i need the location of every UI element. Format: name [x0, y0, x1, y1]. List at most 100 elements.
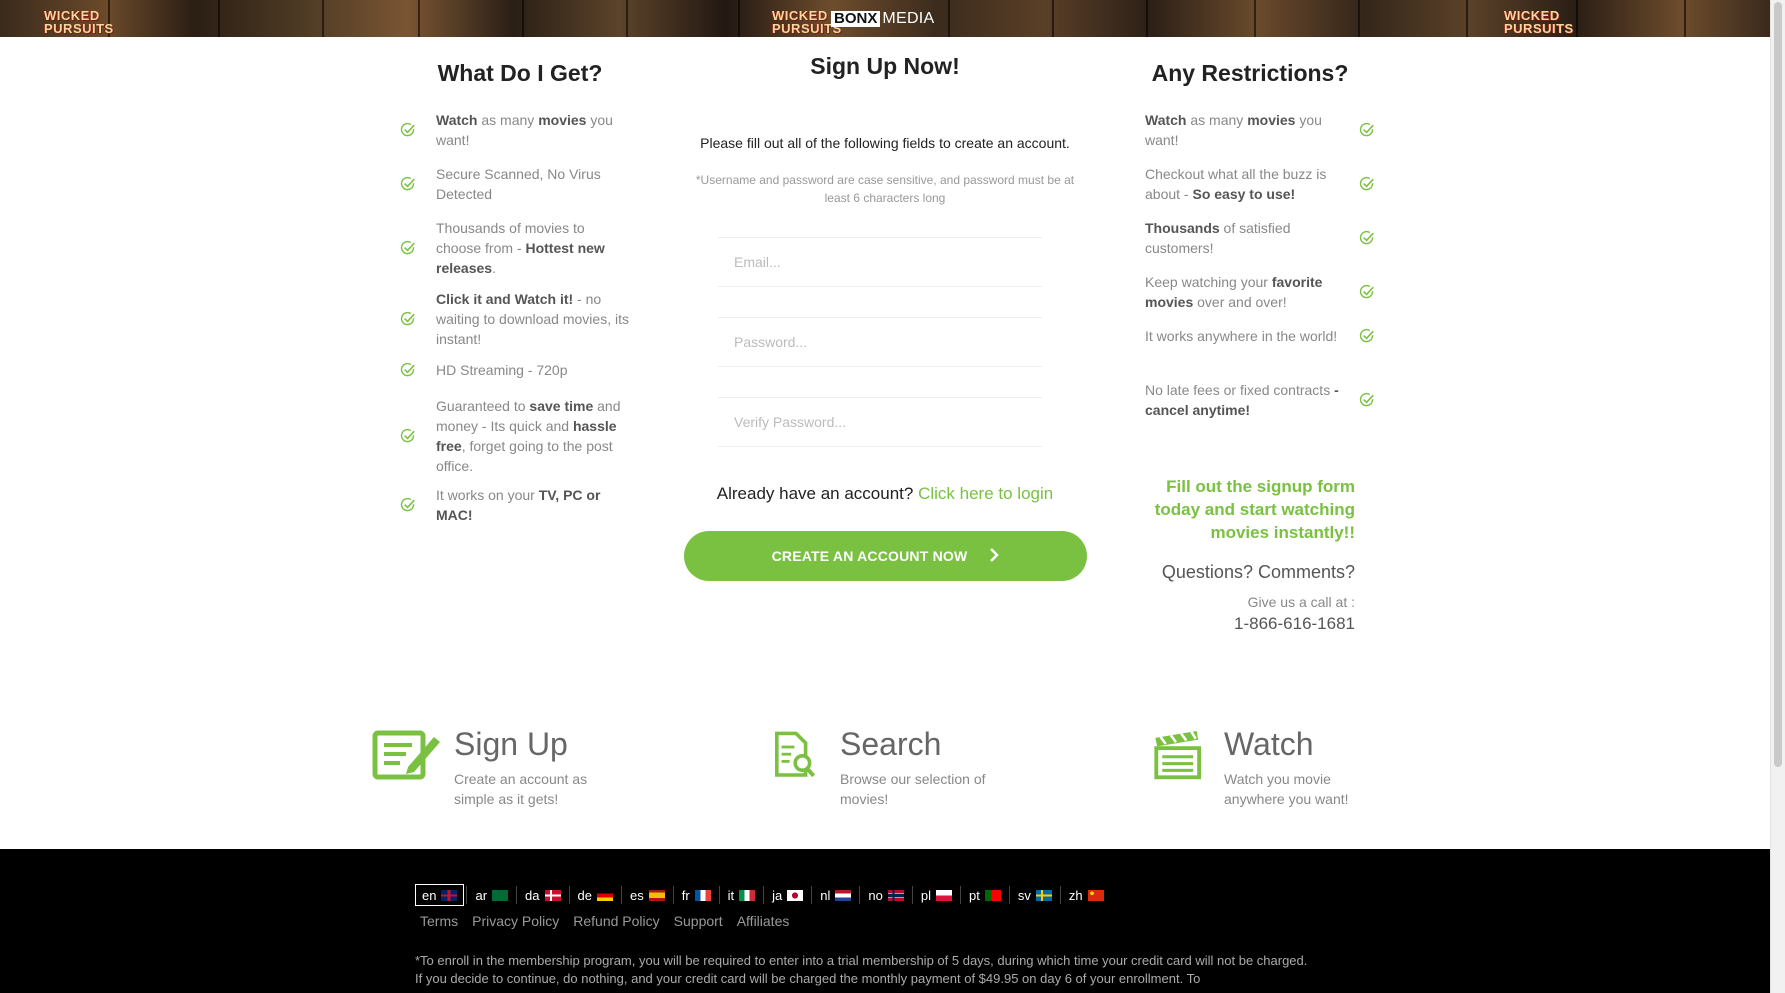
step-title: Sign Up	[454, 726, 568, 762]
language-separator	[911, 886, 913, 904]
phone-number[interactable]: 1-866-616-1681	[1140, 614, 1355, 634]
step-title: Watch	[1224, 726, 1314, 762]
email-field[interactable]	[718, 238, 1042, 286]
signup-form-icon	[372, 730, 440, 780]
language-option-da[interactable]: da	[519, 884, 566, 906]
login-link[interactable]: Click here to login	[918, 484, 1053, 503]
language-option-es[interactable]: es	[624, 884, 671, 906]
password-field[interactable]	[718, 318, 1042, 366]
banner-poster-title: WICKED PURSUITS	[1504, 8, 1574, 36]
language-option-en[interactable]: en	[415, 884, 465, 906]
language-separator	[811, 886, 813, 904]
language-option-ja[interactable]: ja	[766, 884, 809, 906]
verify-password-field[interactable]	[718, 398, 1042, 446]
check-circle-icon	[1359, 328, 1375, 344]
step-sign-up: Sign Up Create an account as simple as i…	[372, 725, 614, 809]
language-option-de[interactable]: de	[572, 884, 619, 906]
footer-link-terms[interactable]: Terms	[420, 913, 458, 929]
language-code: fr	[681, 887, 690, 903]
uk-flag-icon	[441, 889, 458, 901]
benefit-item: Click it and Watch it! - no waiting to d…	[400, 289, 640, 349]
page-scrollbar[interactable]	[1770, 0, 1785, 993]
questions-heading: Questions? Comments?	[1161, 562, 1355, 582]
step-text: Search Browse our selection of movies!	[840, 725, 1000, 809]
restriction-text: Checkout what all the buzz is about - So…	[1145, 166, 1327, 202]
banner-divider	[322, 0, 324, 37]
logo-bonx: BONX	[831, 11, 881, 27]
banner-divider	[626, 0, 628, 37]
step-title: Search	[840, 726, 942, 762]
japan-flag-icon	[787, 889, 804, 901]
check-circle-icon	[1359, 392, 1375, 408]
language-code: ar	[475, 887, 488, 903]
language-code: ja	[772, 887, 783, 903]
denmark-flag-icon	[544, 889, 561, 901]
footer-link-affiliates[interactable]: Affiliates	[737, 913, 790, 929]
banner-divider	[1358, 0, 1360, 37]
language-code: sv	[1017, 887, 1031, 903]
step-description: Create an account as simple as it gets!	[454, 771, 588, 807]
language-separator	[620, 886, 622, 904]
china-flag-icon	[1087, 889, 1104, 901]
restriction-item: It works anywhere in the world!	[1145, 326, 1375, 346]
check-circle-icon	[1359, 284, 1375, 300]
step-description: Watch you movie anywhere you want!	[1224, 771, 1349, 807]
language-code: en	[422, 887, 437, 903]
benefit-text: Guaranteed to save time and money - Its …	[436, 398, 621, 474]
italy-flag-icon	[739, 889, 756, 901]
top-banner: WICKED PURSUITS WICKED PURSUITS WICKED P…	[0, 0, 1770, 37]
verify-password-field-wrapper	[718, 397, 1042, 447]
language-option-nl[interactable]: nl	[814, 884, 857, 906]
footer-link-privacy-policy[interactable]: Privacy Policy	[472, 913, 559, 929]
benefit-text: Watch as many movies you want!	[436, 112, 613, 148]
banner-divider	[1576, 0, 1578, 37]
spain-flag-icon	[648, 889, 665, 901]
language-separator	[672, 886, 674, 904]
language-code: pt	[969, 887, 980, 903]
language-code: da	[525, 887, 540, 903]
restriction-text: Keep watching your favorite movies over …	[1145, 274, 1323, 310]
site-logo[interactable]: BONX MEDIA	[831, 9, 935, 29]
footer-link-refund-policy[interactable]: Refund Policy	[573, 913, 659, 929]
language-option-pl[interactable]: pl	[915, 884, 958, 906]
language-option-pt[interactable]: pt	[963, 884, 1007, 906]
create-account-button[interactable]: CREATE AN ACCOUNT NOW	[684, 531, 1087, 581]
step-search: Search Browse our selection of movies!	[772, 725, 1000, 809]
check-circle-icon	[400, 362, 416, 378]
language-separator	[1008, 886, 1010, 904]
benefit-item: Secure Scanned, No Virus Detected	[400, 164, 640, 204]
footer-link-support[interactable]: Support	[674, 913, 723, 929]
restriction-text: Thousands of satisfied customers!	[1145, 220, 1291, 256]
language-option-fr[interactable]: fr	[676, 884, 717, 906]
step-description: Browse our selection of movies!	[840, 771, 986, 807]
language-code: es	[629, 887, 644, 903]
germany-flag-icon	[596, 889, 613, 901]
footer-links: Terms Privacy Policy Refund Policy Support A…	[420, 913, 789, 929]
check-circle-icon	[400, 311, 416, 327]
language-option-sv[interactable]: sv	[1012, 884, 1058, 906]
chevron-right-icon	[989, 547, 1000, 565]
membership-disclaimer: *To enroll in the membership program, yo…	[415, 953, 1308, 986]
banner-divider	[1466, 0, 1468, 37]
language-separator	[960, 886, 961, 904]
language-option-it[interactable]: it	[722, 884, 762, 906]
banner-divider	[1684, 0, 1686, 37]
portugal-flag-icon	[984, 889, 1001, 901]
banner-divider	[1254, 0, 1256, 37]
check-circle-icon	[1359, 230, 1375, 246]
netherlands-flag-icon	[835, 889, 852, 901]
login-prompt-text: Already have an account?	[716, 484, 914, 503]
sweden-flag-icon	[1035, 889, 1052, 901]
benefit-item: It works on your TV, PC or MAC!	[400, 485, 640, 525]
password-field-wrapper	[718, 317, 1042, 367]
signup-note: *Username and password are case sensitiv…	[695, 173, 1075, 205]
language-option-no[interactable]: no	[862, 884, 909, 906]
language-option-zh[interactable]: zh	[1063, 884, 1110, 906]
poland-flag-icon	[936, 889, 952, 901]
scrollbar-thumb[interactable]	[1774, 2, 1782, 767]
benefit-item: Thousands of movies to choose from - Hot…	[400, 218, 640, 278]
step-text: Sign Up Create an account as simple as i…	[454, 725, 614, 809]
login-prompt: Already have an account? Click here to l…	[685, 484, 1085, 504]
language-code: de	[577, 887, 592, 903]
language-option-ar[interactable]: ar	[469, 884, 514, 906]
